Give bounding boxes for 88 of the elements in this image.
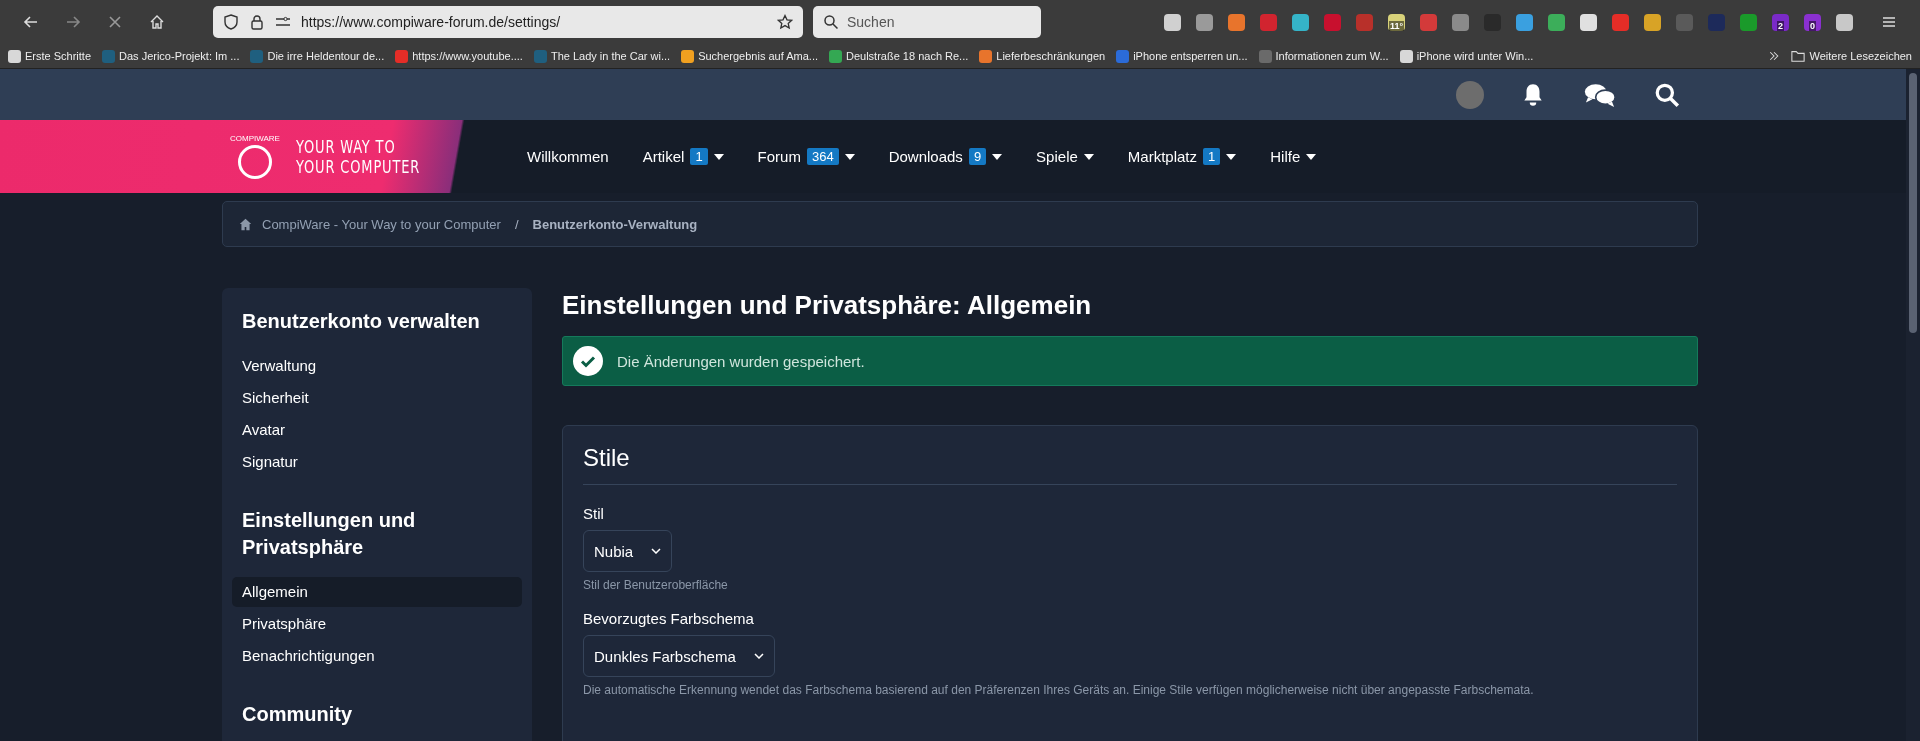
card-title: Stile: [583, 444, 1677, 485]
sidebar-item[interactable]: Sicherheit: [232, 383, 522, 413]
field-hint: Stil der Benutzeroberfläche: [583, 578, 729, 592]
nav-link[interactable]: Marktplatz: [1127, 148, 1197, 165]
menu-icon[interactable]: [1881, 14, 1897, 30]
bookmark-link[interactable]: iPhone wird unter Win...: [1399, 49, 1534, 63]
search-field[interactable]: Suchen: [813, 6, 1041, 38]
search-icon[interactable]: [1654, 81, 1680, 108]
bookmark-link[interactable]: https://www.youtube....: [395, 49, 523, 63]
chevrons-icon[interactable]: [1768, 50, 1781, 62]
shield-icon[interactable]: [223, 14, 239, 30]
count-badge: 9: [968, 148, 987, 165]
logo-text: YOUR WAY TO: [295, 136, 397, 157]
chevron-icon: [753, 653, 764, 659]
sidebar-item[interactable]: Signatur: [232, 447, 522, 477]
sidebar-item[interactable]: Allgemein: [232, 577, 522, 607]
extension-icon[interactable]: [1164, 13, 1181, 31]
chevron-icon: [651, 548, 662, 554]
select-dropdown[interactable]: Dunkles Farbschema: [583, 635, 775, 677]
page-title: Einstellungen und Privatsphäre: Allgemein: [562, 289, 1093, 322]
sidebar-item[interactable]: Avatar: [232, 415, 522, 445]
search-icon: [823, 14, 839, 30]
caret-icon[interactable]: [1226, 153, 1237, 160]
caret-icon[interactable]: [713, 153, 724, 160]
address-bar[interactable]: https://www.compiware-forum.de/settings/: [213, 6, 803, 38]
back-icon[interactable]: [23, 14, 39, 30]
logo-text: YOUR COMPUTER: [295, 156, 421, 177]
sidebar-item[interactable]: Privatsphäre: [232, 609, 522, 639]
separator-text: /: [514, 216, 519, 232]
field-hint: Die automatische Erkennung wendet das Farbschema basierend auf den Präferenzen Ihres Geräts an. Einige Stile verfügen möglicherweise nicht über angepasste Farbschemata.: [583, 683, 1535, 697]
bookmark-link[interactable]: Das Jerico-Projekt: Im ...: [102, 49, 240, 63]
forward-icon[interactable]: [65, 14, 81, 30]
home-icon[interactable]: [239, 217, 252, 231]
bookmark-link[interactable]: The Lady in the Car wi...: [533, 49, 671, 63]
count-badge: 364: [806, 148, 839, 165]
bookmark-link[interactable]: Lieferbeschränkungen: [979, 49, 1106, 63]
extension-icon[interactable]: [1580, 13, 1597, 31]
url-text: https://www.compiware-forum.de/settings/: [301, 14, 562, 30]
nav-link[interactable]: Spiele: [1036, 148, 1078, 165]
count-badge: 1: [690, 148, 708, 165]
nav-link[interactable]: Artikel: [642, 148, 685, 165]
extension-icon[interactable]: [1548, 13, 1565, 31]
select-dropdown[interactable]: Nubia: [583, 530, 673, 572]
caret-icon[interactable]: [992, 153, 1003, 160]
caret-icon[interactable]: [1306, 153, 1317, 160]
extension-icon[interactable]: 0: [1804, 13, 1821, 31]
nav-link[interactable]: Forum: [757, 148, 801, 165]
home-icon[interactable]: [149, 14, 165, 30]
bookmark-folder[interactable]: Weitere Lesezeichen: [1791, 49, 1912, 63]
logo-mark: COMPIWARE: [230, 134, 280, 179]
caret-icon[interactable]: [844, 153, 855, 160]
extension-icon[interactable]: 11°: [1388, 13, 1405, 31]
extension-icon[interactable]: [1228, 13, 1245, 31]
scroll-thumb[interactable]: [1909, 73, 1917, 333]
sidebar-item[interactable]: Verwaltung: [232, 351, 522, 381]
chat-bubbles-icon[interactable]: [1582, 81, 1618, 108]
bookmark-link[interactable]: Suchergebnis auf Ama...: [681, 49, 818, 63]
bookmark-link[interactable]: Informationen zum W...: [1258, 49, 1389, 63]
extension-icon[interactable]: [1516, 13, 1533, 31]
bookmark-link[interactable]: Deulstraße 18 nach Re...: [829, 49, 969, 63]
stop-icon[interactable]: [107, 14, 123, 30]
sidebar-heading: Einstellungen und Privatsphäre: [241, 508, 417, 560]
field-label: Stil: [583, 505, 605, 522]
breadcrumb-link[interactable]: CompiWare - Your Way to your Computer: [262, 216, 501, 232]
sidebar-heading: Benutzerkonto verwalten: [241, 309, 481, 334]
breadcrumb-link[interactable]: Benutzerkonto-Verwaltung: [532, 216, 698, 232]
bookmark-link[interactable]: iPhone entsperren un...: [1116, 49, 1248, 63]
star-icon[interactable]: [777, 14, 793, 30]
scrollbar[interactable]: [1906, 69, 1920, 741]
bookmark-link[interactable]: Die irre Heldentour de...: [250, 49, 385, 63]
count-badge: 1: [1203, 148, 1221, 165]
extension-icon[interactable]: [1196, 13, 1213, 31]
extension-icon[interactable]: 2: [1772, 13, 1789, 31]
folder-icon: [1791, 49, 1806, 63]
sidebar-item[interactable]: Benachrichtigungen: [232, 641, 522, 671]
field-label: Bevorzugtes Farbschema: [583, 610, 755, 627]
nav-link[interactable]: Downloads: [888, 148, 963, 165]
sidebar-heading: Community: [241, 702, 353, 727]
nav-link[interactable]: Hilfe: [1270, 148, 1301, 165]
bookmark-link[interactable]: Erste Schritte: [8, 49, 92, 63]
extension-icon[interactable]: [1836, 13, 1853, 31]
extension-icon[interactable]: [1292, 13, 1309, 31]
extension-icon[interactable]: [1644, 13, 1661, 31]
notice-text: Die Änderungen wurden gespeichert.: [617, 352, 865, 370]
lock-icon[interactable]: [249, 14, 265, 30]
checkmark-icon: [573, 346, 603, 376]
caret-icon[interactable]: [1083, 153, 1094, 160]
nav-link[interactable]: Willkommen: [527, 148, 609, 165]
